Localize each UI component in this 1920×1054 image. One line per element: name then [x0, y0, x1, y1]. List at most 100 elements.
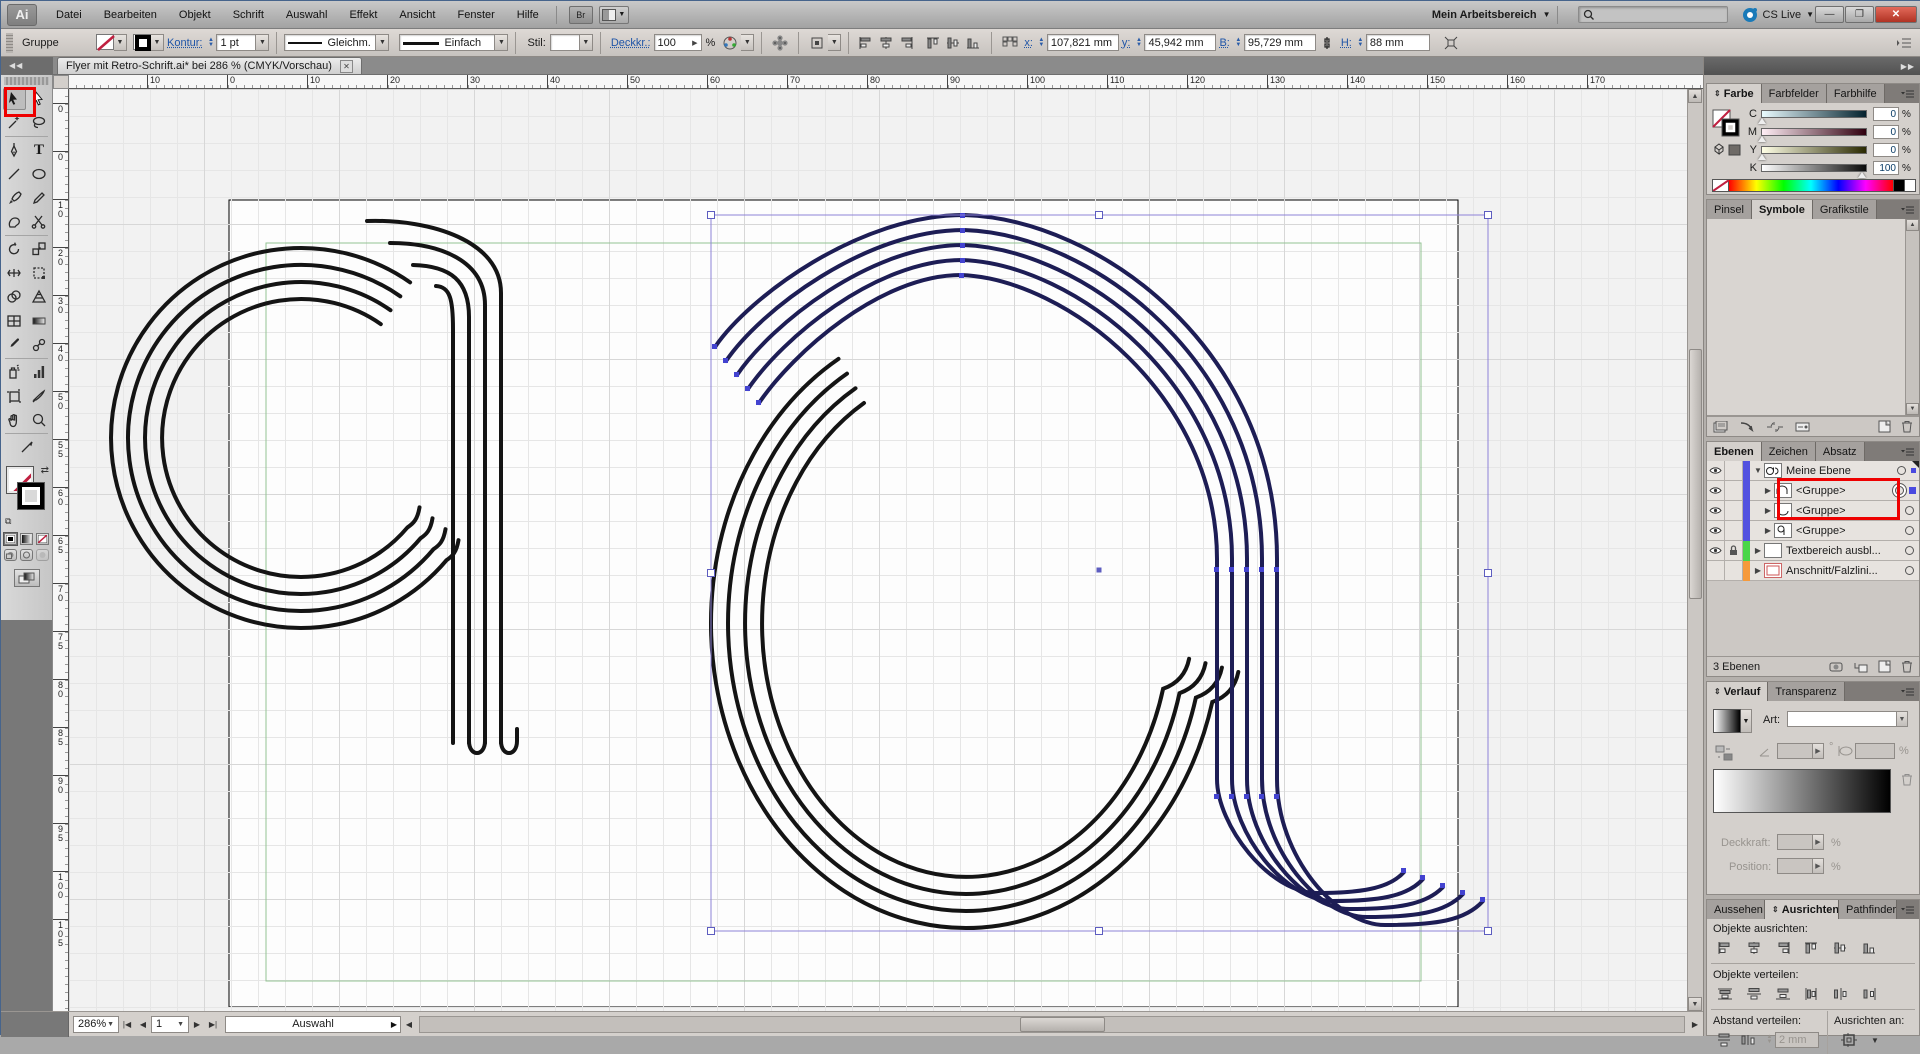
knife-tool[interactable] [15, 436, 38, 458]
scroll-left-icon[interactable]: ◀ [401, 1016, 417, 1033]
panel-drag-handle[interactable] [4, 77, 49, 85]
collapse-tools-button[interactable]: ◀◀ [1, 57, 53, 74]
pencil-tool[interactable] [28, 187, 51, 209]
align-left-button[interactable] [1715, 939, 1735, 957]
pen-tool[interactable] [3, 139, 26, 161]
menu-item[interactable]: Fenster [446, 1, 505, 29]
transform-reference-icon[interactable] [999, 33, 1021, 53]
place-symbol-icon[interactable] [1739, 421, 1755, 433]
tab-symbole[interactable]: Symbole [1752, 200, 1813, 219]
ruler-corner-box[interactable] [53, 75, 69, 89]
delete-stop-icon[interactable] [1901, 773, 1913, 786]
last-page-button[interactable]: ▶| [205, 1016, 221, 1033]
delete-layer-icon[interactable] [1901, 660, 1913, 673]
expand-arrow-icon[interactable]: ▶ [1752, 566, 1764, 575]
stroke-color-button[interactable]: ▼ [96, 34, 127, 51]
tab-verlauf[interactable]: ⇕Verlauf [1707, 682, 1768, 701]
align-top-button[interactable] [1802, 939, 1822, 957]
brush-definition-select[interactable]: Gleichm. [284, 34, 376, 51]
menu-item[interactable]: Auswahl [275, 1, 339, 29]
tab-transparenz[interactable]: Transparenz [1768, 682, 1844, 701]
target-circle-selected[interactable] [1895, 486, 1904, 495]
isolate-object-button[interactable] [806, 33, 828, 53]
tab-absatz[interactable]: Absatz [1816, 442, 1865, 461]
draw-behind-button[interactable] [20, 549, 33, 561]
tab-pinsel[interactable]: Pinsel [1707, 200, 1752, 219]
direct-selection-tool[interactable] [28, 88, 51, 110]
panel-menu-icon[interactable] [1897, 84, 1919, 103]
panel-menu-icon[interactable] [1897, 200, 1919, 219]
new-symbol-icon[interactable] [1878, 420, 1891, 433]
chevron-down-icon[interactable]: ▼ [1871, 1036, 1879, 1045]
channel-k-slider[interactable] [1761, 164, 1867, 172]
perspective-grid-tool[interactable] [28, 286, 51, 308]
channel-m-slider[interactable] [1761, 128, 1867, 136]
fill-color-button[interactable]: ▼ [133, 34, 164, 51]
menu-item[interactable]: Bearbeiten [93, 1, 168, 29]
distribute-hcenter-button[interactable] [1831, 985, 1851, 1003]
stroke-variable-width-select[interactable]: Einfach [399, 34, 495, 51]
vertical-scrollbar[interactable]: ▲ ▼ [1687, 89, 1703, 1011]
lock-toggle[interactable] [1725, 501, 1743, 521]
ellipse-tool[interactable] [28, 163, 51, 185]
channel-c-value[interactable]: 0 [1873, 107, 1899, 121]
tab-aussehen[interactable]: Aussehen [1707, 900, 1765, 919]
y-value[interactable]: 45,942 mm [1144, 34, 1216, 51]
target-circle[interactable] [1905, 526, 1914, 535]
layer-name[interactable]: Anschnitt/Falzlini... [1786, 565, 1905, 577]
menu-item[interactable]: Schrift [222, 1, 275, 29]
layer-row-gruppe-3[interactable]: ▶ <Gruppe> [1707, 521, 1919, 541]
horizontal-space-button[interactable] [1740, 1031, 1759, 1049]
distribute-bottom-button[interactable] [1773, 985, 1793, 1003]
tab-ausrichten[interactable]: ⇕Ausrichten [1765, 900, 1839, 919]
layer-row-meine-ebene[interactable]: ▼ Meine Ebene [1707, 461, 1919, 481]
magic-wand-tool[interactable] [3, 112, 26, 134]
distribute-vcenter-button[interactable] [1744, 985, 1764, 1003]
artboard-tool[interactable] [3, 385, 26, 407]
gradient-editor-bar[interactable] [1713, 769, 1891, 813]
distribute-left-button[interactable] [1802, 985, 1822, 1003]
width-tool[interactable] [3, 262, 26, 284]
symbol-libraries-icon[interactable] [1713, 421, 1729, 433]
b-link[interactable]: B: [1219, 37, 1229, 49]
expand-arrow-icon[interactable]: ▶ [1752, 546, 1764, 555]
x-value[interactable]: 107,821 mm [1047, 34, 1119, 51]
horizontal-scrollbar[interactable] [419, 1016, 1685, 1033]
symbol-options-icon[interactable] [1795, 421, 1811, 433]
align-bottom-button[interactable] [964, 34, 984, 52]
layer-name[interactable]: Textbereich ausbl... [1786, 545, 1905, 557]
layer-name[interactable]: <Gruppe> [1796, 485, 1895, 497]
layer-row-gruppe-2[interactable]: ▶ <Gruppe> [1707, 501, 1919, 521]
target-circle[interactable] [1905, 546, 1914, 555]
eye-icon[interactable] [1707, 461, 1725, 481]
chevron-down-icon[interactable]: ▼ [256, 34, 269, 51]
mini-fill-stroke[interactable] [1712, 109, 1742, 157]
draw-normal-button[interactable] [4, 549, 17, 561]
selection-tool[interactable] [3, 88, 26, 110]
horizontal-ruler[interactable]: 1001020304050607080901001101201301401501… [69, 75, 1703, 89]
gradient-tool[interactable] [28, 310, 51, 332]
swap-fill-stroke-icon[interactable]: ⇄ [41, 465, 49, 476]
target-circle[interactable] [1905, 566, 1914, 575]
recolor-artwork-button[interactable] [719, 33, 741, 53]
zoom-tool[interactable] [28, 409, 51, 431]
rotate-tool[interactable] [3, 238, 26, 260]
menu-item[interactable]: Effekt [338, 1, 388, 29]
minimize-button[interactable]: — [1815, 6, 1844, 23]
panel-grip[interactable] [6, 33, 13, 53]
layer-row-gruppe-1[interactable]: ▶ <Gruppe> [1707, 481, 1919, 501]
align-bottom-button[interactable] [1860, 939, 1880, 957]
transform-icon[interactable] [1440, 33, 1462, 53]
distribute-top-button[interactable] [1715, 985, 1735, 1003]
tab-farbhilfe[interactable]: Farbhilfe [1827, 84, 1885, 103]
align-right-button[interactable] [896, 34, 916, 52]
workspace-switcher[interactable]: Mein Arbeitsbereich▼ [1432, 9, 1551, 21]
h-link[interactable]: H: [1341, 37, 1352, 49]
chevron-down-icon[interactable]: ▼ [741, 34, 754, 51]
distribute-right-button[interactable] [1860, 985, 1880, 1003]
menu-item[interactable]: Ansicht [388, 1, 446, 29]
color-mode-button[interactable] [4, 533, 17, 545]
shape-builder-tool[interactable] [3, 286, 26, 308]
first-page-button[interactable]: |◀ [119, 1016, 135, 1033]
stroke-swatch-black[interactable] [18, 483, 44, 509]
